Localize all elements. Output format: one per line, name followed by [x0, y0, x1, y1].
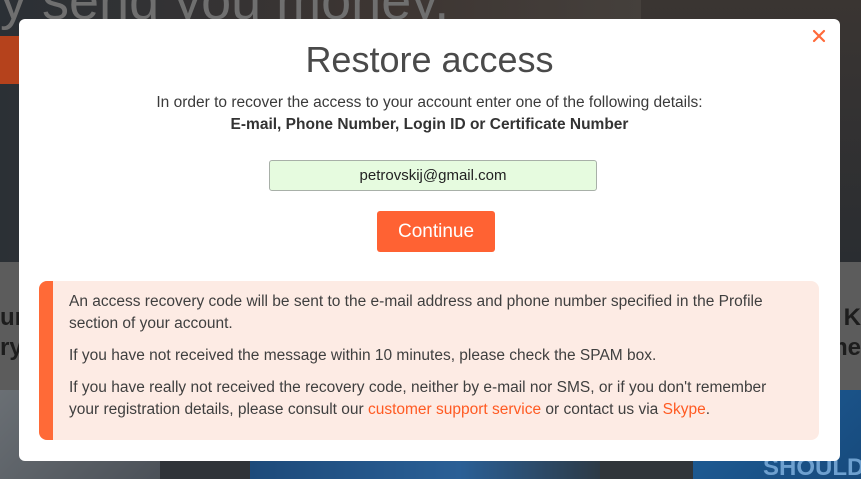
skype-link[interactable]: Skype: [663, 401, 706, 418]
recovery-identifier-input[interactable]: [269, 160, 597, 191]
notice-paragraph-2: If you have not received the message wit…: [69, 347, 657, 364]
recovery-notice: An access recovery code will be sent to …: [39, 281, 819, 440]
restore-access-modal: Restore access In order to recover the a…: [19, 19, 840, 461]
background-orange-button: [0, 36, 20, 84]
customer-support-link[interactable]: customer support service: [368, 401, 541, 418]
notice-accent-bar: [39, 281, 53, 440]
notice-paragraph-1: An access recovery code will be sent to …: [69, 293, 763, 332]
notice-p3-middle: or contact us via: [541, 401, 663, 418]
modal-subtitle: In order to recover the access to your a…: [156, 94, 703, 111]
continue-button[interactable]: Continue: [377, 211, 495, 252]
notice-body: An access recovery code will be sent to …: [69, 291, 789, 431]
modal-details-list: E-mail, Phone Number, Login ID or Certif…: [230, 116, 629, 133]
notice-p3-after: .: [705, 401, 711, 418]
notice-paragraph-3: If you have really not received the reco…: [69, 377, 789, 421]
modal-title: Restore access: [305, 39, 554, 80]
